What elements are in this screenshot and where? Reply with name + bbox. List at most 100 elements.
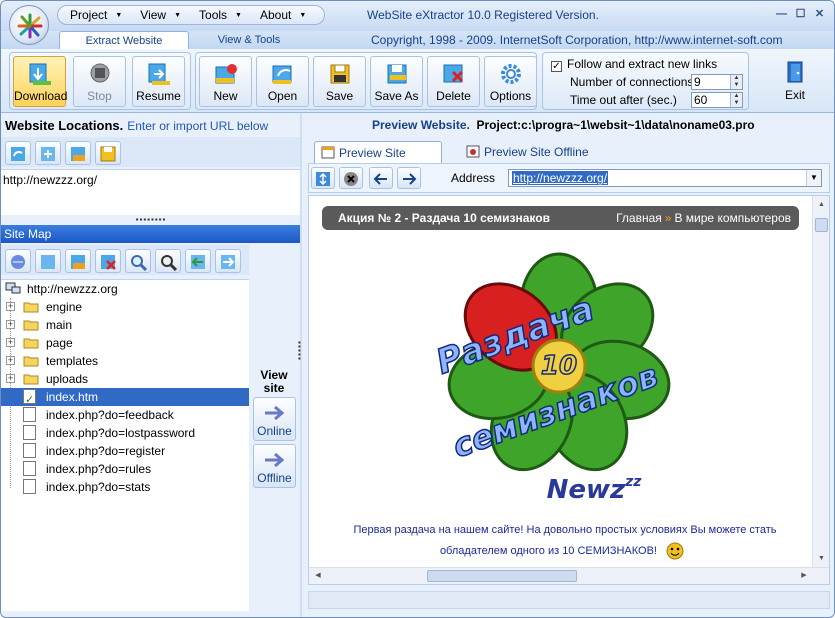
- refresh-button[interactable]: [311, 167, 335, 189]
- window-controls: — ☐ ✕: [771, 7, 828, 23]
- arrow-right-icon: [264, 405, 284, 421]
- tree-folder-item[interactable]: + templates: [1, 352, 249, 370]
- stop-load-button[interactable]: [339, 167, 363, 189]
- sitemap-export-button[interactable]: [215, 249, 241, 273]
- sitemap-refresh-button[interactable]: [5, 249, 31, 273]
- arrow-left-icon: [373, 173, 387, 185]
- folder-icon: [23, 320, 39, 331]
- tree-root[interactable]: http://newzzz.org: [1, 280, 249, 298]
- import-url-button[interactable]: [5, 141, 31, 165]
- delete-icon: [443, 64, 463, 83]
- web-preview[interactable]: Акция № 2 - Раздача 10 семизнаков Главна…: [308, 195, 830, 585]
- spin-arrows-icon[interactable]: ▲ ▼: [730, 75, 742, 89]
- open-list-icon: [71, 147, 85, 161]
- horizontal-scrollbar[interactable]: ◀ ▶: [309, 567, 829, 584]
- tree-file-item[interactable]: index.php?do=rules: [1, 460, 249, 478]
- close-button[interactable]: ✕: [811, 7, 828, 23]
- sitemap-find-next-button[interactable]: [155, 249, 181, 273]
- scroll-right-icon[interactable]: ▶: [797, 569, 811, 583]
- exit-door-icon: [787, 61, 803, 83]
- tree-file-item[interactable]: ✓ index.htm: [1, 388, 249, 406]
- address-input[interactable]: http://newzzz.org/ ▼: [508, 169, 822, 187]
- menu-view[interactable]: View ▼: [128, 6, 187, 24]
- expand-icon[interactable]: +: [6, 356, 15, 365]
- tree-folder-item[interactable]: + page: [1, 334, 249, 352]
- logo-number: 10: [541, 351, 577, 381]
- save-as-button[interactable]: Save As: [370, 56, 423, 107]
- spin-arrows-icon[interactable]: ▲ ▼: [730, 93, 742, 107]
- timeout-stepper[interactable]: 60 ▲ ▼: [691, 92, 743, 108]
- follow-links-checkbox[interactable]: ✓: [551, 61, 562, 72]
- tree-folder-item[interactable]: + engine: [1, 298, 249, 316]
- view-site-label: View site: [260, 368, 288, 395]
- locations-title: Website Locations.: [5, 118, 124, 133]
- add-url-icon: [41, 147, 55, 161]
- tree-folder-item[interactable]: + main: [1, 316, 249, 334]
- nav-section-link[interactable]: В мире компьютеров: [674, 211, 791, 225]
- expand-icon[interactable]: +: [6, 338, 15, 347]
- save-as-icon: [387, 64, 406, 84]
- scroll-down-icon[interactable]: ▼: [815, 552, 828, 566]
- app-orb-button[interactable]: [9, 5, 49, 45]
- tree-file-item[interactable]: index.php?do=stats: [1, 478, 249, 496]
- sitemap-open-button[interactable]: [65, 249, 91, 273]
- minimize-button[interactable]: —: [773, 7, 790, 23]
- arrow-right-icon: [264, 452, 284, 468]
- back-button[interactable]: [369, 167, 393, 189]
- menu-project[interactable]: Project ▼: [58, 6, 128, 24]
- sitemap-tree[interactable]: http://newzzz.org + engine + main + page + temp…: [1, 279, 249, 611]
- view-offline-button[interactable]: Offline: [253, 444, 296, 488]
- new-button[interactable]: New: [199, 56, 252, 107]
- gear-icon: [500, 64, 521, 84]
- delete-button[interactable]: Delete: [427, 56, 480, 107]
- follow-links-option[interactable]: ✓ Follow and extract new links: [551, 55, 717, 73]
- status-bar: [308, 591, 830, 609]
- expand-icon[interactable]: +: [6, 320, 15, 329]
- connections-stepper[interactable]: 9 ▲ ▼: [691, 74, 743, 90]
- scroll-thumb[interactable]: [815, 218, 828, 232]
- open-button[interactable]: Open: [256, 56, 309, 107]
- options-button[interactable]: Options: [484, 56, 537, 107]
- sitemap-import-button[interactable]: [185, 249, 211, 273]
- menu-tools[interactable]: Tools ▼: [187, 6, 248, 24]
- sitemap-delete-button[interactable]: [95, 249, 121, 273]
- tab-extract-website[interactable]: Extract Website: [59, 31, 189, 49]
- expand-icon[interactable]: +: [6, 374, 15, 383]
- url-list[interactable]: http://newzzz.org/: [1, 169, 300, 215]
- new-project-icon: [215, 64, 237, 84]
- save-button[interactable]: Save: [313, 56, 366, 107]
- tree-file-item[interactable]: index.php?do=feedback: [1, 406, 249, 424]
- scroll-left-icon[interactable]: ◀: [311, 569, 325, 583]
- network-computer-icon: [5, 282, 21, 294]
- sitemap-add-button[interactable]: [35, 249, 61, 273]
- resume-button[interactable]: Resume: [132, 56, 185, 107]
- scroll-thumb[interactable]: [427, 570, 577, 582]
- add-url-button[interactable]: [35, 141, 61, 165]
- tab-view-tools[interactable]: View & Tools: [203, 31, 295, 49]
- stop-button[interactable]: Stop: [73, 56, 126, 107]
- promo-logo-image: 10 Раздача семизнаков Newzzz: [430, 252, 671, 505]
- vertical-scrollbar[interactable]: ▲ ▼: [812, 196, 829, 568]
- chevron-down-icon[interactable]: ▼: [806, 170, 821, 186]
- open-list-button[interactable]: [65, 141, 91, 165]
- url-list-item[interactable]: http://newzzz.org/: [3, 173, 298, 187]
- nav-home-link[interactable]: Главная: [616, 211, 662, 225]
- tree-folder-item[interactable]: + uploads: [1, 370, 249, 388]
- exit-button[interactable]: Exit: [771, 57, 819, 105]
- tree-file-item[interactable]: index.php?do=register: [1, 442, 249, 460]
- tab-preview-offline[interactable]: Preview Site Offline: [460, 141, 590, 163]
- maximize-button[interactable]: ☐: [792, 7, 809, 23]
- view-online-button[interactable]: Online: [253, 397, 296, 441]
- close-icon: [344, 172, 358, 186]
- save-list-button[interactable]: [95, 141, 121, 165]
- ribbon-tabs: Extract Website View & Tools Copyright, …: [1, 31, 834, 49]
- pane-splitter[interactable]: ▪▪▪▪▪▪▪▪: [131, 216, 171, 224]
- forward-button[interactable]: [397, 167, 421, 189]
- tab-preview-online[interactable]: Preview Site Online: [314, 141, 442, 182]
- scroll-up-icon[interactable]: ▲: [815, 198, 828, 212]
- sitemap-find-button[interactable]: [125, 249, 151, 273]
- download-button[interactable]: Download: [13, 56, 67, 107]
- expand-icon[interactable]: +: [6, 302, 15, 311]
- tree-file-item[interactable]: index.php?do=lostpassword: [1, 424, 249, 442]
- menu-about[interactable]: About ▼: [248, 6, 312, 24]
